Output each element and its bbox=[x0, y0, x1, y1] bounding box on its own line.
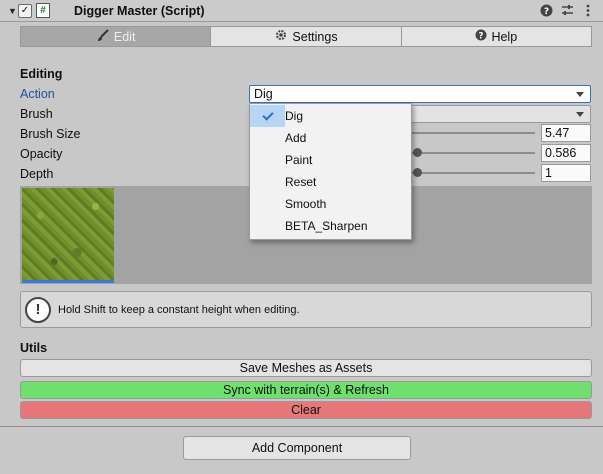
tab-bar: Edit Settings ? Help bbox=[20, 26, 592, 48]
grass-texture-thumbnail[interactable] bbox=[22, 188, 114, 280]
script-icon: # bbox=[36, 3, 50, 18]
editing-section-title: Editing bbox=[20, 67, 63, 81]
tab-edit[interactable]: Edit bbox=[20, 26, 212, 47]
brush-size-label: Brush Size bbox=[20, 127, 81, 141]
dropdown-arrow-icon bbox=[576, 112, 584, 117]
save-meshes-button[interactable]: Save Meshes as Assets bbox=[20, 359, 592, 377]
tab-help-label: Help bbox=[491, 29, 518, 44]
help-text: Hold Shift to keep a constant height whe… bbox=[58, 303, 300, 316]
brush-icon bbox=[96, 28, 110, 45]
opacity-slider-handle[interactable] bbox=[413, 148, 422, 157]
menu-item-reset[interactable]: Reset bbox=[250, 171, 411, 193]
menu-item-label: Dig bbox=[285, 109, 304, 123]
menu-item-add[interactable]: Add bbox=[250, 127, 411, 149]
menu-item-paint[interactable]: Paint bbox=[250, 149, 411, 171]
action-label: Action bbox=[20, 87, 55, 101]
brush-size-field[interactable]: 5.47 bbox=[541, 124, 591, 142]
menu-item-label: Smooth bbox=[285, 197, 327, 211]
info-exclamation-icon: ! bbox=[25, 296, 51, 323]
presets-icon[interactable] bbox=[560, 3, 574, 17]
component-enabled-checkbox[interactable]: ✓ bbox=[18, 3, 32, 18]
utils-section-title: Utils bbox=[20, 341, 48, 355]
menu-item-label: Reset bbox=[285, 175, 317, 189]
sync-refresh-button[interactable]: Sync with terrain(s) & Refresh bbox=[20, 381, 592, 399]
depth-slider-handle[interactable] bbox=[413, 168, 422, 177]
action-value: Dig bbox=[254, 87, 273, 101]
menu-item-dig[interactable]: Dig bbox=[250, 105, 411, 127]
texture-selected-indicator bbox=[22, 280, 114, 283]
divider bbox=[0, 426, 603, 427]
add-component-button[interactable]: Add Component bbox=[183, 436, 411, 460]
tab-help[interactable]: ? Help bbox=[401, 26, 592, 47]
svg-text:?: ? bbox=[479, 31, 484, 41]
component-header: ▼ ✓ # Digger Master (Script) ? bbox=[0, 0, 603, 22]
depth-field[interactable]: 1 bbox=[541, 164, 591, 182]
component-title: Digger Master (Script) bbox=[74, 3, 205, 18]
action-dropdown-menu: Dig Add Paint Reset Smooth BETA_Sharpen bbox=[249, 103, 412, 240]
svg-text:?: ? bbox=[543, 7, 548, 17]
menu-item-label: Paint bbox=[285, 153, 313, 167]
depth-label: Depth bbox=[20, 167, 54, 181]
menu-item-label: BETA_Sharpen bbox=[285, 219, 368, 233]
opacity-label: Opacity bbox=[20, 147, 63, 161]
brush-label: Brush bbox=[20, 107, 53, 121]
foldout-arrow-icon[interactable]: ▼ bbox=[8, 6, 18, 16]
gear-icon bbox=[274, 28, 288, 45]
action-dropdown[interactable]: Dig bbox=[249, 85, 591, 103]
header-icons: ? bbox=[539, 3, 595, 17]
tab-settings-label: Settings bbox=[292, 29, 338, 44]
help-icon[interactable]: ? bbox=[539, 3, 553, 17]
help-box: ! Hold Shift to keep a constant height w… bbox=[20, 291, 592, 328]
menu-item-label: Add bbox=[285, 131, 307, 145]
tab-edit-label: Edit bbox=[113, 29, 136, 44]
help-circle-icon: ? bbox=[475, 29, 487, 44]
opacity-field[interactable]: 0.586 bbox=[541, 144, 591, 162]
menu-item-smooth[interactable]: Smooth bbox=[250, 193, 411, 215]
menu-item-beta-sharpen[interactable]: BETA_Sharpen bbox=[250, 215, 411, 237]
dropdown-arrow-icon bbox=[576, 92, 584, 97]
clear-button[interactable]: Clear bbox=[20, 401, 592, 419]
overflow-menu-icon[interactable] bbox=[581, 3, 595, 17]
tab-settings[interactable]: Settings bbox=[211, 26, 402, 47]
checkmark-icon bbox=[250, 105, 285, 127]
